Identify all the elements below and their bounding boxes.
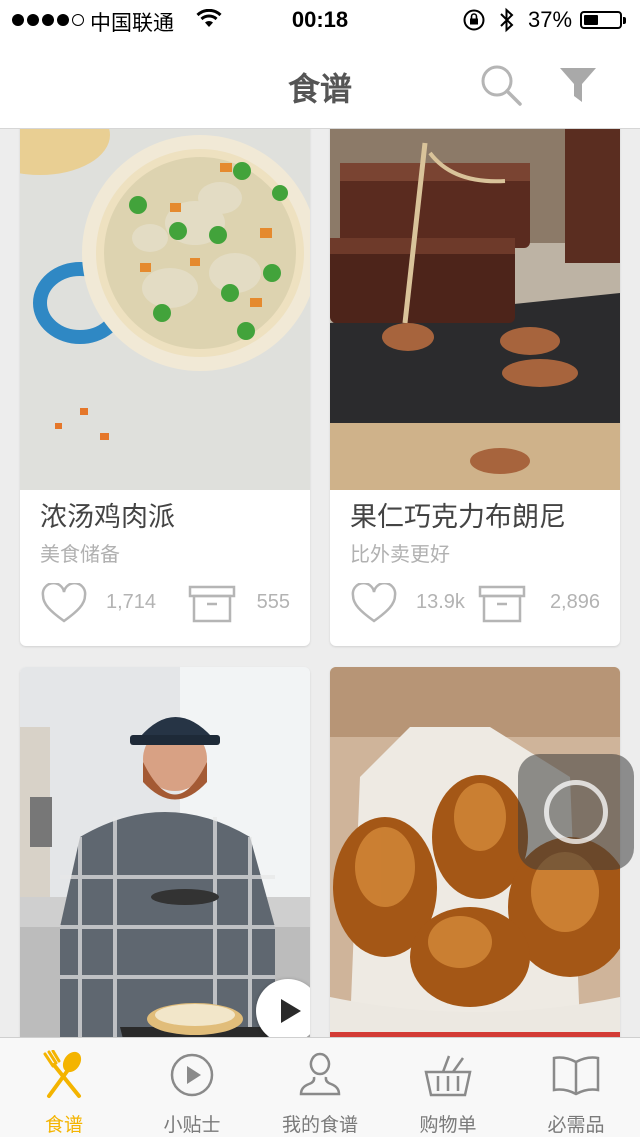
recipe-title: 果仁巧克力布朗尼 (350, 502, 566, 533)
status-bar: 中国联通 00:18 37% (0, 0, 640, 40)
tab-essentials[interactable]: 必需品 (512, 1038, 640, 1137)
video-thumbnail (20, 667, 310, 1037)
tab-label: 购物单 (419, 1114, 477, 1136)
search-icon[interactable] (478, 62, 526, 110)
archive-box-icon[interactable] (188, 583, 236, 625)
tab-label: 食谱 (44, 1114, 83, 1136)
heart-icon[interactable] (40, 583, 88, 625)
play-button[interactable] (256, 979, 310, 1037)
tab-shopping-list[interactable]: 购物单 (384, 1038, 512, 1137)
tab-label: 必需品 (547, 1114, 605, 1136)
navigation-bar: 食谱 (0, 40, 640, 129)
recipe-feed[interactable]: 浓汤鸡肉派 美食储备 1,714 555 果仁巧克力布朗尼 比外卖更好 13.9… (0, 129, 640, 1037)
basket-icon (424, 1055, 472, 1097)
filter-icon[interactable] (556, 64, 600, 108)
bluetooth-icon (500, 7, 514, 33)
tab-recipes[interactable]: 食谱 (0, 1038, 128, 1137)
assistive-touch-button[interactable] (518, 754, 634, 870)
recipe-title: 浓汤鸡肉派 (40, 502, 175, 533)
heart-icon[interactable] (350, 583, 398, 625)
like-count: 13.9k (416, 591, 465, 613)
battery-percentage: 37% (528, 7, 573, 32)
recipe-photo (20, 129, 310, 490)
spoon-fork-icon (43, 1050, 82, 1098)
tab-label: 小贴士 (163, 1114, 221, 1136)
like-count: 1,714 (106, 591, 157, 613)
recipe-video-card[interactable] (20, 667, 310, 1037)
tab-bar: 食谱 小贴士 我的食谱 购物单 必需品 (0, 1037, 640, 1137)
recipe-subtitle: 美食储备 (40, 542, 120, 566)
user-icon (299, 1052, 341, 1096)
page-title: 食谱 (287, 70, 352, 108)
play-circle-icon (170, 1053, 214, 1097)
save-count: 2,896 (549, 591, 600, 613)
recipe-card[interactable]: 果仁巧克力布朗尼 比外卖更好 13.9k 2,896 (330, 129, 620, 646)
archive-box-icon[interactable] (478, 583, 526, 625)
battery-icon (580, 11, 626, 29)
recipe-subtitle: 比外卖更好 (350, 542, 450, 566)
tab-label: 我的食谱 (281, 1114, 358, 1136)
recipe-photo (330, 129, 620, 490)
tab-my-recipes[interactable]: 我的食谱 (256, 1038, 384, 1137)
save-count: 555 (256, 591, 290, 613)
recipe-card[interactable]: 浓汤鸡肉派 美食储备 1,714 555 (20, 129, 310, 646)
tab-tips[interactable]: 小贴士 (128, 1038, 256, 1137)
book-icon (552, 1056, 600, 1096)
rotation-lock-icon (463, 9, 485, 31)
